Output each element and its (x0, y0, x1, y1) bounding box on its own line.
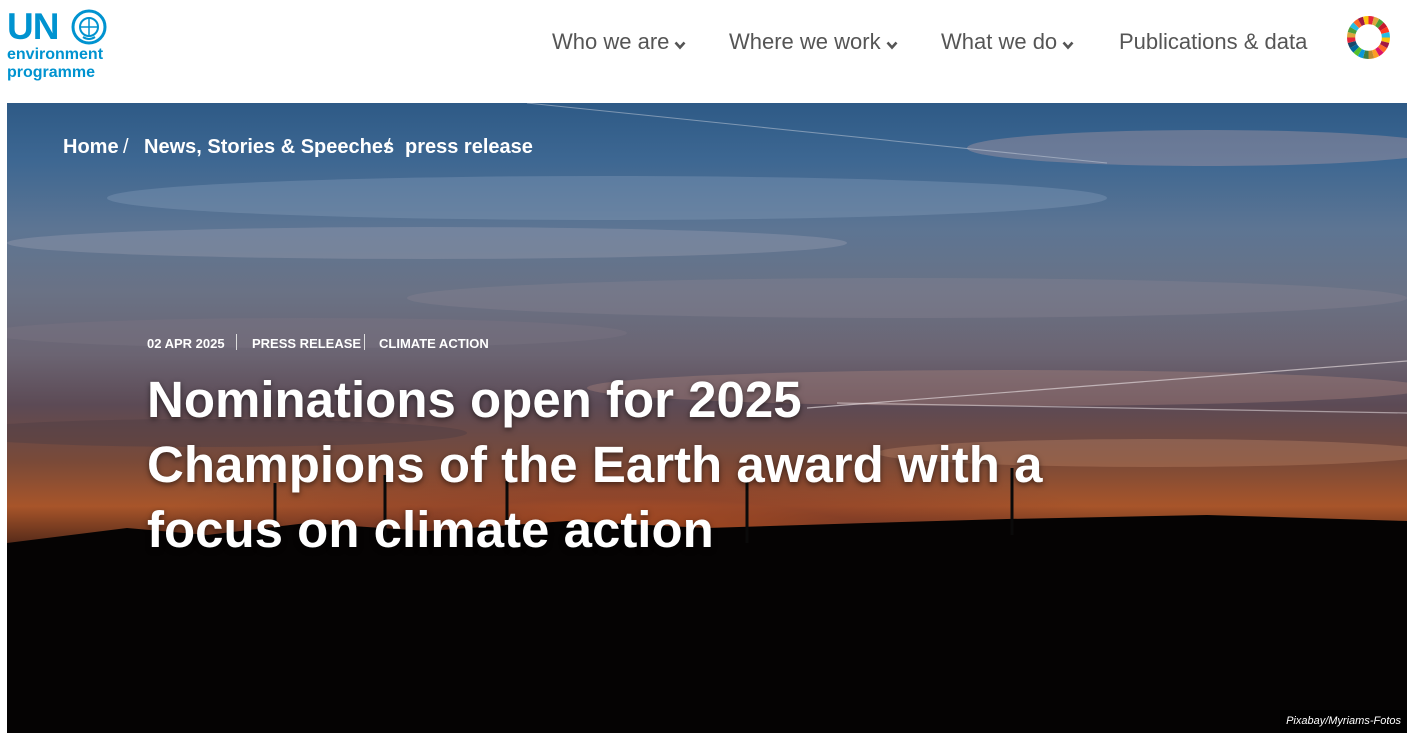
nav-what-we-do[interactable]: What we do (941, 27, 1074, 57)
chevron-down-icon (674, 41, 686, 50)
nav-where-we-work[interactable]: Where we work (729, 27, 898, 57)
logo-line-programme: programme (7, 64, 96, 81)
hero-banner: Home / News, Stories & Speeches / press … (7, 103, 1407, 733)
site-header: UN environment programme Who we are Wher… (0, 0, 1409, 103)
nav-label: What we do (941, 29, 1058, 54)
un-emblem-icon (71, 9, 107, 45)
nav-publications-data[interactable]: Publications & data (1119, 27, 1307, 57)
nav-label: Where we work (729, 29, 881, 54)
article-topic[interactable]: CLIMATE ACTION (379, 336, 489, 352)
meta-divider (236, 334, 237, 350)
breadcrumb-news[interactable]: News, Stories & Speeches (144, 135, 394, 159)
chevron-down-icon (1062, 41, 1074, 50)
nav-label: Who we are (552, 29, 670, 54)
meta-divider (364, 334, 365, 350)
article-type[interactable]: PRESS RELEASE (252, 336, 361, 352)
chevron-down-icon (886, 41, 898, 50)
logo-un-text: UN (7, 6, 59, 47)
article-date: 02 APR 2025 (147, 336, 225, 351)
unep-logo[interactable]: UN environment programme (7, 6, 109, 81)
breadcrumb-home[interactable]: Home (63, 135, 119, 159)
breadcrumb-separator: / (123, 136, 129, 158)
photo-credit: Pixabay/Myriams-Fotos (1280, 710, 1407, 733)
article-title: Nominations open for 2025 Champions of t… (147, 371, 1043, 558)
nav-who-we-are[interactable]: Who we are (552, 27, 686, 57)
nav-label: Publications & data (1119, 29, 1308, 54)
logo-line-environment: environment (7, 46, 104, 63)
breadcrumb-current: press release (405, 136, 533, 158)
sdg-wheel-icon[interactable] (1346, 15, 1391, 60)
breadcrumb-separator: / (385, 136, 391, 158)
